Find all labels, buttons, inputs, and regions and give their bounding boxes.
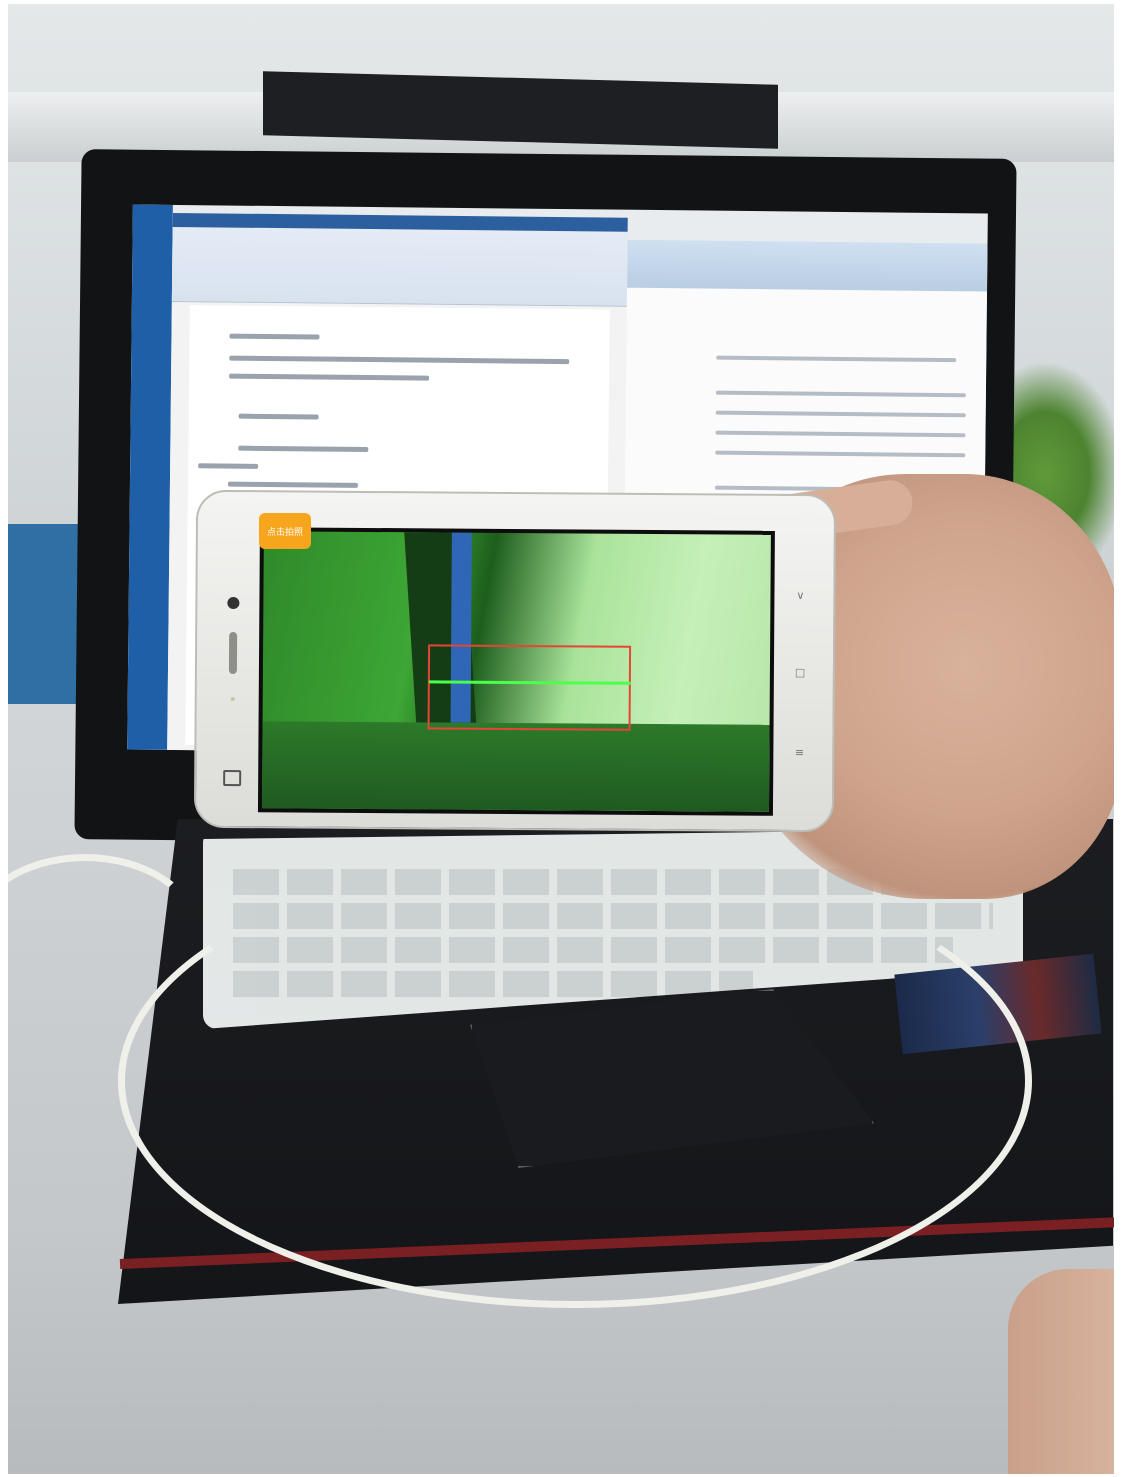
phone-sensor [230,697,235,702]
code-editor-toolbar [627,239,988,292]
menu-key-icon[interactable]: ≡ [794,746,804,759]
phone-screen [257,527,775,816]
camera-preview[interactable] [261,531,771,812]
usb-cable [118,854,1032,1308]
home-key-icon[interactable]: □ [795,666,805,679]
preview-keyboard-area [261,721,770,812]
phone-front-camera [227,596,240,610]
back-key-icon[interactable]: ∨ [795,589,805,602]
second-hand [1008,1269,1114,1474]
monitor-top [263,71,778,149]
capture-button[interactable]: 点击拍照 [259,513,311,549]
detection-box [427,644,632,731]
phone-speaker [228,632,238,675]
desktop-icons-strip [127,204,173,750]
phone-logo-icon [223,769,242,787]
